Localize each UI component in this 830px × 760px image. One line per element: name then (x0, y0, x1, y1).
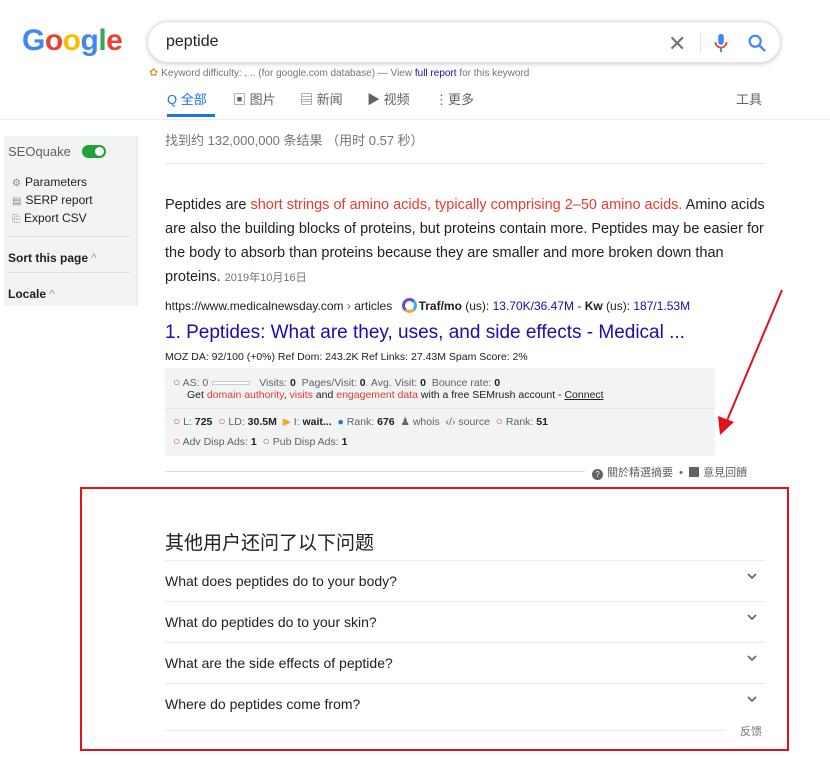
tabs-divider (0, 119, 830, 120)
chevron-up-icon: ^ (91, 251, 97, 265)
paa-question[interactable]: What are the side effects of peptide? (165, 642, 765, 682)
circle-icon: ○ (173, 434, 181, 448)
chevron-up-icon: ^ (49, 287, 55, 301)
snippet-highlight: short strings of amino acids, typically … (250, 197, 683, 213)
keyword-value[interactable]: 187/1.53M (633, 299, 690, 313)
paa-bottom-line (165, 730, 725, 731)
search-icon: Q (167, 92, 178, 107)
stats-divider (165, 163, 765, 164)
close-icon[interactable]: ✕ (668, 31, 686, 57)
alexa-icon: ● (337, 416, 344, 428)
code-icon: ‹/› (445, 416, 456, 428)
sidebar-item-export-csv[interactable]: ⎘ Export CSV (12, 211, 87, 225)
result-cite: https://www.medicalnewsday.com › article… (165, 298, 691, 313)
chevron-down-icon (747, 696, 757, 703)
help-icon: ? (592, 469, 603, 480)
snippet-date: 2019年10月16日 (224, 272, 307, 284)
video-icon: ▶ (367, 92, 381, 107)
mic-icon[interactable] (710, 31, 732, 55)
circle-icon: ○ (173, 375, 181, 389)
search-tabs: Q 全部 ▣ 图片 ▤ 新闻 ▶ 视频 ⋮更多 工具 (167, 89, 767, 117)
moz-metrics: MOZ DA: 92/100 (+0%) Ref Dom: 243.2K Ref… (165, 351, 528, 363)
more-icon: ⋮ (435, 92, 448, 107)
seoquake-icon: ✿ (149, 67, 159, 79)
search-divider (700, 32, 701, 54)
seo-row-get: Get domain authority, visits and engagem… (187, 389, 604, 401)
gear-icon: ⚙ (12, 178, 21, 189)
bing-icon: ▶ (282, 416, 291, 428)
circle-icon: ○ (262, 434, 270, 448)
source-link[interactable]: source (458, 416, 490, 428)
chevron-down-icon (747, 614, 757, 621)
search-icon[interactable] (746, 32, 768, 54)
as-bar (212, 381, 251, 385)
paa-question[interactable]: Where do peptides come from? (165, 683, 765, 723)
traffic-ring-icon (401, 298, 417, 313)
tab-active-underline (167, 114, 215, 117)
locale-section[interactable]: Locale ^ (8, 287, 55, 301)
traffic-value[interactable]: 13.70K/36.47M (493, 299, 574, 313)
paa-question[interactable]: What do peptides do to your skin? (165, 601, 765, 641)
export-icon: ⎘ (12, 214, 20, 225)
tab-more[interactable]: ⋮更多 (435, 89, 474, 108)
visits-link[interactable]: visits (290, 389, 313, 401)
seoquake-sidebar: SEOquake ⚙ Parameters ▤ SERP report ⎘ Expor… (4, 136, 138, 306)
tab-videos[interactable]: ▶ 视频 (367, 89, 410, 108)
seo-box-divider (165, 408, 715, 409)
sidebar-item-parameters[interactable]: ⚙ Parameters (12, 175, 87, 189)
sidebar-divider (8, 236, 130, 237)
feedback-icon (689, 467, 700, 477)
feedback-link[interactable]: 意見回饋 (703, 467, 747, 479)
chevron-down-icon (747, 573, 757, 580)
report-icon: ▤ (12, 196, 22, 207)
people-also-ask-title: 其他用户还问了以下问题 (165, 533, 375, 554)
tab-tools[interactable]: 工具 (736, 89, 762, 108)
seoquake-metrics-box: ○ AS: 0 Visits: 0 Pages/Visit: 0 Avg. Vi… (165, 368, 715, 456)
keyword-difficulty-line: ✿ Keyword difficulty: , .. (for google.co… (149, 67, 530, 79)
tab-all[interactable]: Q 全部 (167, 89, 207, 108)
circle-icon: ○ (495, 414, 503, 428)
search-box[interactable]: ✕ (147, 21, 781, 63)
about-featured-snippets[interactable]: ? 關於精選摘要 • 意見回饋 (592, 464, 747, 480)
result-url[interactable]: https://www.medicalnewsday.com (165, 299, 344, 313)
featured-snippet: Peptides are short strings of amino acid… (165, 197, 765, 285)
chevron-down-icon (747, 655, 757, 662)
seoquake-toggle[interactable] (82, 145, 106, 158)
circle-icon: ○ (173, 414, 181, 428)
seo-row-traffic: ○ AS: 0 Visits: 0 Pages/Visit: 0 Avg. Vi… (173, 375, 501, 389)
result-breadcrumb: articles (354, 299, 393, 313)
seo-row-ads: ○ Adv Disp Ads: 1 ○ Pub Disp Ads: 1 (173, 434, 348, 448)
seoquake-title: SEOquake (8, 144, 71, 159)
annotation-arrow (718, 289, 783, 435)
domain-authority-link[interactable]: domain authority (207, 389, 284, 401)
news-icon: ▤ (300, 92, 314, 107)
engagement-link[interactable]: engagement data (336, 389, 418, 401)
connect-link[interactable]: Connect (564, 389, 603, 401)
circle-icon: ○ (218, 414, 226, 428)
whois-link[interactable]: whois (413, 416, 440, 428)
sidebar-divider (8, 272, 130, 273)
paa-feedback-link[interactable]: 反馈 (740, 723, 762, 739)
sidebar-item-serp-report[interactable]: ▤ SERP report (12, 193, 93, 207)
tab-images[interactable]: ▣ 图片 (233, 89, 276, 108)
result-stats: 找到约 132,000,000 条结果 （用时 0.57 秒） (165, 133, 424, 148)
person-icon: ♟ (400, 416, 410, 428)
snippet-footer: ? 關於精選摘要 • 意見回饋 (165, 463, 765, 483)
image-icon: ▣ (233, 92, 247, 107)
paa-question[interactable]: What does peptides do to your body? (165, 560, 765, 600)
result-title-link[interactable]: 1. Peptides: What are they, uses, and si… (165, 322, 685, 344)
sort-this-page[interactable]: Sort this page ^ (8, 251, 97, 265)
seo-row-links: ○ L: 725 ○ LD: 30.5M ▶ I: wait... ● Rank… (173, 414, 548, 428)
google-logo[interactable]: Google (22, 24, 123, 58)
snippet-footer-line (165, 471, 585, 472)
search-input[interactable] (166, 33, 646, 51)
full-report-link[interactable]: full report (415, 68, 457, 79)
tab-news[interactable]: ▤ 新闻 (300, 89, 343, 108)
